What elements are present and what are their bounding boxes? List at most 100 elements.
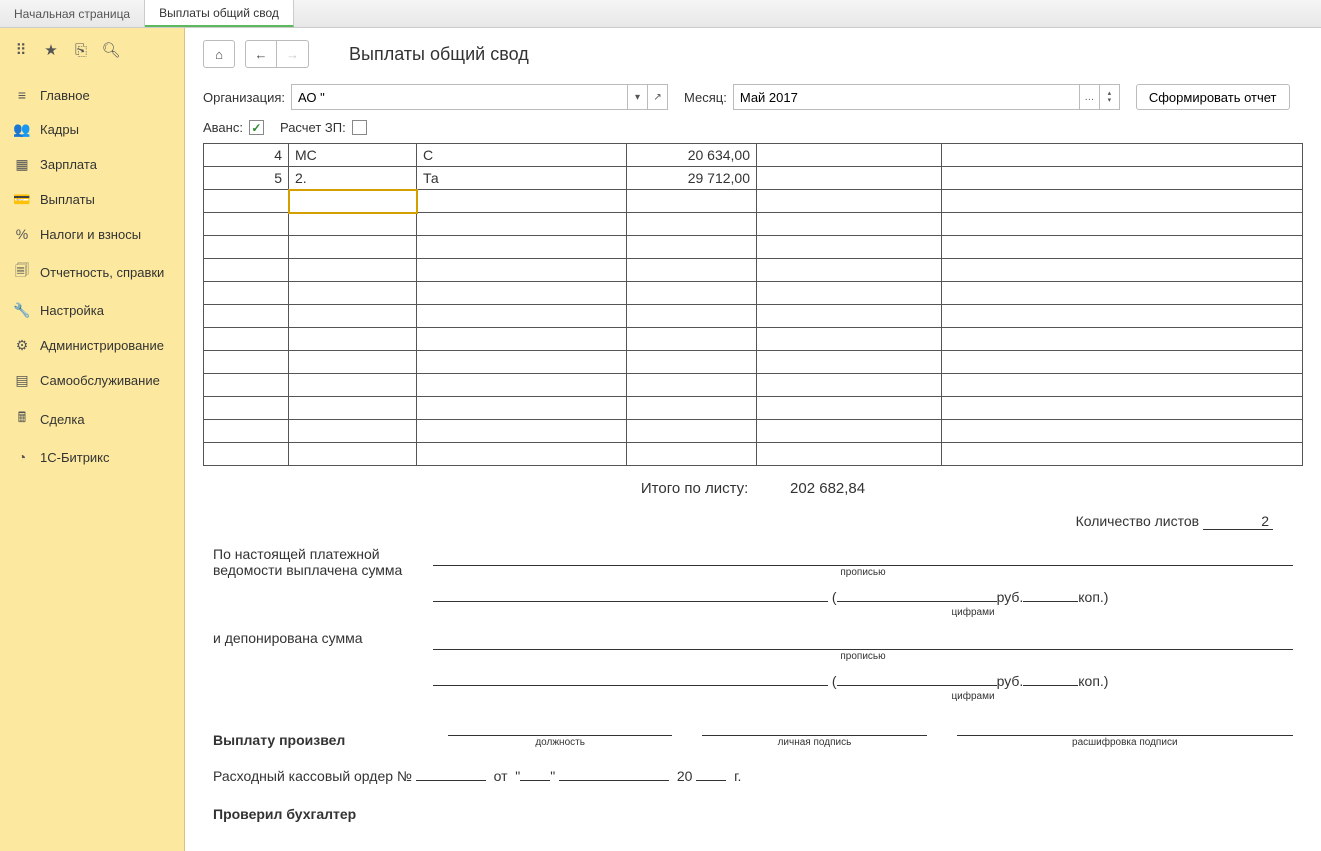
cell-name[interactable] [417, 397, 627, 420]
table-row[interactable] [204, 282, 1303, 305]
cell-blank[interactable] [942, 167, 1303, 190]
cell-blank[interactable] [942, 397, 1303, 420]
sidebar-item-1[interactable]: 👥Кадры [0, 112, 184, 147]
cell-name[interactable]: Та [417, 167, 627, 190]
table-row[interactable] [204, 420, 1303, 443]
cell-num[interactable] [204, 420, 289, 443]
cell-blank[interactable] [942, 144, 1303, 167]
cell-name[interactable] [417, 374, 627, 397]
cell-num[interactable] [204, 443, 289, 466]
cell-num[interactable] [204, 351, 289, 374]
cell-blank[interactable] [942, 443, 1303, 466]
cell-blank[interactable] [757, 374, 942, 397]
cell-blank[interactable] [757, 282, 942, 305]
cell-num[interactable] [204, 305, 289, 328]
table-row[interactable] [204, 305, 1303, 328]
table-row[interactable] [204, 190, 1303, 213]
cell-code[interactable] [289, 374, 417, 397]
cell-num[interactable] [204, 213, 289, 236]
cell-amount[interactable]: 20 634,00 [627, 144, 757, 167]
cell-amount[interactable] [627, 328, 757, 351]
sidebar-item-2[interactable]: ▦Зарплата [0, 147, 184, 182]
cell-num[interactable] [204, 259, 289, 282]
cell-name[interactable] [417, 443, 627, 466]
cell-code[interactable] [289, 397, 417, 420]
cell-blank[interactable] [757, 144, 942, 167]
sidebar-item-7[interactable]: ⚙Администрирование [0, 328, 184, 363]
cell-num[interactable] [204, 328, 289, 351]
cell-amount[interactable] [627, 259, 757, 282]
spinner-icon[interactable]: ▴▾ [1099, 85, 1119, 109]
table-row[interactable] [204, 328, 1303, 351]
search-icon[interactable]: 🔍︎ [96, 36, 126, 64]
cell-name[interactable] [417, 351, 627, 374]
cell-amount[interactable] [627, 282, 757, 305]
cell-blank[interactable] [757, 213, 942, 236]
star-icon[interactable]: ★ [36, 36, 66, 64]
clipboard-icon[interactable]: ⎘ [66, 36, 96, 64]
cell-code[interactable] [289, 420, 417, 443]
month-combo[interactable]: … ▴▾ [733, 84, 1120, 110]
cell-blank[interactable] [942, 328, 1303, 351]
org-input[interactable] [292, 85, 627, 109]
cell-blank[interactable] [942, 236, 1303, 259]
cell-code[interactable] [289, 328, 417, 351]
home-button[interactable]: ⌂ [203, 40, 235, 68]
cell-amount[interactable] [627, 351, 757, 374]
table-row[interactable] [204, 443, 1303, 466]
cell-blank[interactable] [757, 259, 942, 282]
cell-name[interactable]: С [417, 144, 627, 167]
cell-name[interactable] [417, 213, 627, 236]
cell-code[interactable]: МС [289, 144, 417, 167]
cell-blank[interactable] [942, 420, 1303, 443]
cell-blank[interactable] [942, 374, 1303, 397]
cell-name[interactable] [417, 236, 627, 259]
sidebar-item-5[interactable]: 🗐Отчетность, справки [0, 251, 184, 293]
cell-amount[interactable] [627, 213, 757, 236]
cell-amount[interactable] [627, 374, 757, 397]
table-row[interactable] [204, 397, 1303, 420]
cell-name[interactable] [417, 420, 627, 443]
generate-report-button[interactable]: Сформировать отчет [1136, 84, 1290, 110]
cell-num[interactable]: 4 [204, 144, 289, 167]
cell-code[interactable] [289, 213, 417, 236]
table-row[interactable] [204, 374, 1303, 397]
cell-amount[interactable] [627, 236, 757, 259]
cell-num[interactable] [204, 282, 289, 305]
cell-blank[interactable] [757, 236, 942, 259]
cell-num[interactable] [204, 374, 289, 397]
table-row[interactable]: 4МСС20 634,00 [204, 144, 1303, 167]
cell-blank[interactable] [757, 443, 942, 466]
cell-amount[interactable]: 29 712,00 [627, 167, 757, 190]
cell-code[interactable] [289, 305, 417, 328]
cell-num[interactable]: 5 [204, 167, 289, 190]
cell-num[interactable] [204, 397, 289, 420]
cell-blank[interactable] [942, 282, 1303, 305]
sidebar-item-9[interactable]: 🖩Сделка [0, 398, 184, 440]
ellipsis-icon[interactable]: … [1079, 85, 1099, 109]
sidebar-item-3[interactable]: 💳Выплаты [0, 182, 184, 217]
apps-icon[interactable]: ⠿ [6, 36, 36, 64]
month-input[interactable] [734, 85, 1079, 109]
cell-blank[interactable] [757, 167, 942, 190]
cell-blank[interactable] [942, 305, 1303, 328]
cell-blank[interactable] [757, 305, 942, 328]
cell-blank[interactable] [757, 420, 942, 443]
cell-blank[interactable] [942, 213, 1303, 236]
tab-report[interactable]: Выплаты общий свод [145, 0, 294, 27]
cell-name[interactable] [417, 282, 627, 305]
cell-name[interactable] [417, 305, 627, 328]
cell-amount[interactable] [627, 397, 757, 420]
calc-checkbox[interactable] [352, 120, 367, 135]
sidebar-item-4[interactable]: %Налоги и взносы [0, 217, 184, 251]
cell-code[interactable] [289, 259, 417, 282]
cell-blank[interactable] [942, 259, 1303, 282]
cell-num[interactable] [204, 190, 289, 213]
sidebar-item-8[interactable]: ▤Самообслуживание [0, 363, 184, 398]
cell-amount[interactable] [627, 305, 757, 328]
sidebar-item-6[interactable]: 🔧Настройка [0, 293, 184, 328]
back-button[interactable]: ← [245, 40, 277, 68]
cell-code[interactable] [289, 236, 417, 259]
cell-blank[interactable] [757, 190, 942, 213]
cell-blank[interactable] [942, 351, 1303, 374]
